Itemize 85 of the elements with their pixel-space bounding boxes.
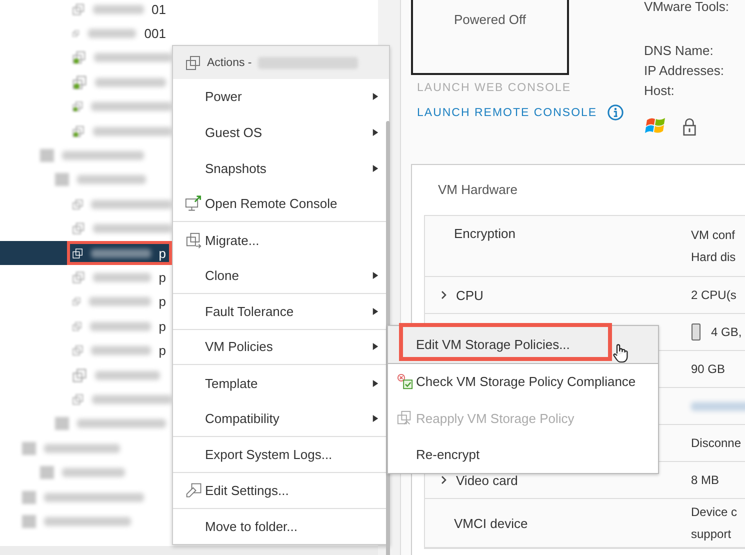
virtual-machine-icon — [72, 99, 84, 114]
virtual-machine-icon — [72, 343, 84, 358]
tree-item[interactable]: p — [0, 265, 172, 290]
folder-icon — [40, 466, 54, 480]
row-value: 8 MB — [691, 473, 720, 487]
folder-icon — [55, 173, 69, 186]
chevron-right-icon[interactable] — [439, 290, 449, 300]
folder-icon — [22, 490, 36, 504]
row-label: Video card — [456, 472, 518, 488]
tree-item[interactable]: p — [0, 314, 172, 338]
virtual-machine-icon — [72, 221, 85, 236]
virtual-machine-icon — [72, 74, 87, 90]
virtual-machine-icon — [72, 196, 84, 212]
folder-icon — [22, 442, 36, 455]
tree-item-label: p — [158, 246, 166, 261]
menu-item[interactable]: Template — [173, 365, 389, 402]
row-value: 4 GB, — [711, 325, 742, 339]
folder-icon — [55, 417, 69, 430]
edit-settings-icon — [185, 482, 203, 499]
redacted-text — [77, 175, 146, 184]
redacted-text — [62, 468, 125, 478]
row-value: 90 GB — [691, 362, 726, 376]
virtual-machine-icon — [72, 368, 87, 383]
pointer-hand-icon — [612, 343, 628, 364]
tree-item-label: 01 — [152, 2, 166, 17]
chevron-right-icon[interactable] — [439, 475, 449, 485]
migrate-icon — [185, 232, 203, 249]
tree-item[interactable]: p — [0, 338, 172, 363]
folder-icon — [40, 149, 54, 162]
console-link[interactable]: LAUNCH REMOTE CONSOLE — [417, 106, 598, 118]
field-label: Host: — [644, 82, 676, 100]
tree-item-label: p — [158, 270, 166, 285]
redacted-text — [95, 78, 166, 87]
tree-item-label: p — [158, 318, 166, 334]
tree-item[interactable]: 01 — [0, 0, 172, 22]
redacted-text — [90, 322, 151, 331]
row-value: VM conf — [691, 228, 736, 242]
row-label: CPU — [456, 288, 484, 302]
console-preview[interactable]: Powered Off — [411, 0, 569, 75]
field-label: IP Addresses: — [644, 62, 725, 80]
tree-item-label: p — [158, 294, 166, 310]
menu-item[interactable]: Snapshots — [173, 150, 389, 186]
memory-icon — [691, 323, 701, 341]
tree-item-label: 001 — [144, 26, 166, 42]
tree-item[interactable]: p — [0, 290, 172, 314]
virtual-machine-icon — [72, 392, 84, 407]
virtual-machine-icon — [72, 50, 86, 66]
tree-item-label: p — [158, 343, 166, 358]
field-label: VMware Tools: — [644, 0, 730, 16]
compliance-check-icon — [396, 373, 414, 390]
row-value: Disconne — [691, 436, 742, 450]
card-title: VM Hardware — [438, 182, 518, 197]
redacted-text — [91, 248, 151, 258]
field-label: DNS Name: — [644, 42, 714, 60]
menu-item[interactable]: Power — [173, 79, 389, 115]
virtual-machine-icon — [72, 2, 85, 17]
row-value: Device c — [691, 505, 738, 519]
redacted-text — [91, 346, 151, 356]
power-status: Powered Off — [454, 12, 526, 29]
row-label: VMCI device — [454, 516, 528, 530]
virtual-machine-icon — [72, 270, 85, 285]
row-label: Encryption — [454, 226, 516, 241]
virtual-machine-icon — [72, 124, 85, 139]
menu-item[interactable]: Re-encrypt — [388, 436, 658, 473]
menu-item[interactable]: Move to folder... — [173, 508, 389, 544]
info-icon[interactable] — [607, 104, 624, 121]
tree-item[interactable]: 001 — [0, 21, 172, 46]
redacted-text — [88, 297, 151, 306]
row-value: Hard dis — [691, 250, 736, 264]
monitor-arrow-icon — [185, 195, 203, 212]
row-value: support — [691, 527, 732, 541]
folder-icon — [22, 514, 36, 528]
lock-icon — [682, 116, 697, 136]
redacted-text — [95, 370, 160, 380]
menu-item[interactable]: Migrate... — [173, 222, 389, 258]
virtual-machine-icon — [72, 246, 84, 261]
redacted-text — [691, 402, 745, 410]
menu-title: Actions - — [207, 56, 252, 68]
redacted-text — [88, 29, 136, 38]
redacted-text — [92, 4, 144, 14]
virtual-machine-icon — [185, 54, 201, 70]
row-value: 2 CPU(s — [691, 288, 736, 302]
menu-item[interactable]: Guest OS — [173, 114, 389, 151]
menu-item[interactable]: Check VM Storage Policy Compliance — [388, 364, 658, 400]
redacted-text — [92, 272, 151, 282]
